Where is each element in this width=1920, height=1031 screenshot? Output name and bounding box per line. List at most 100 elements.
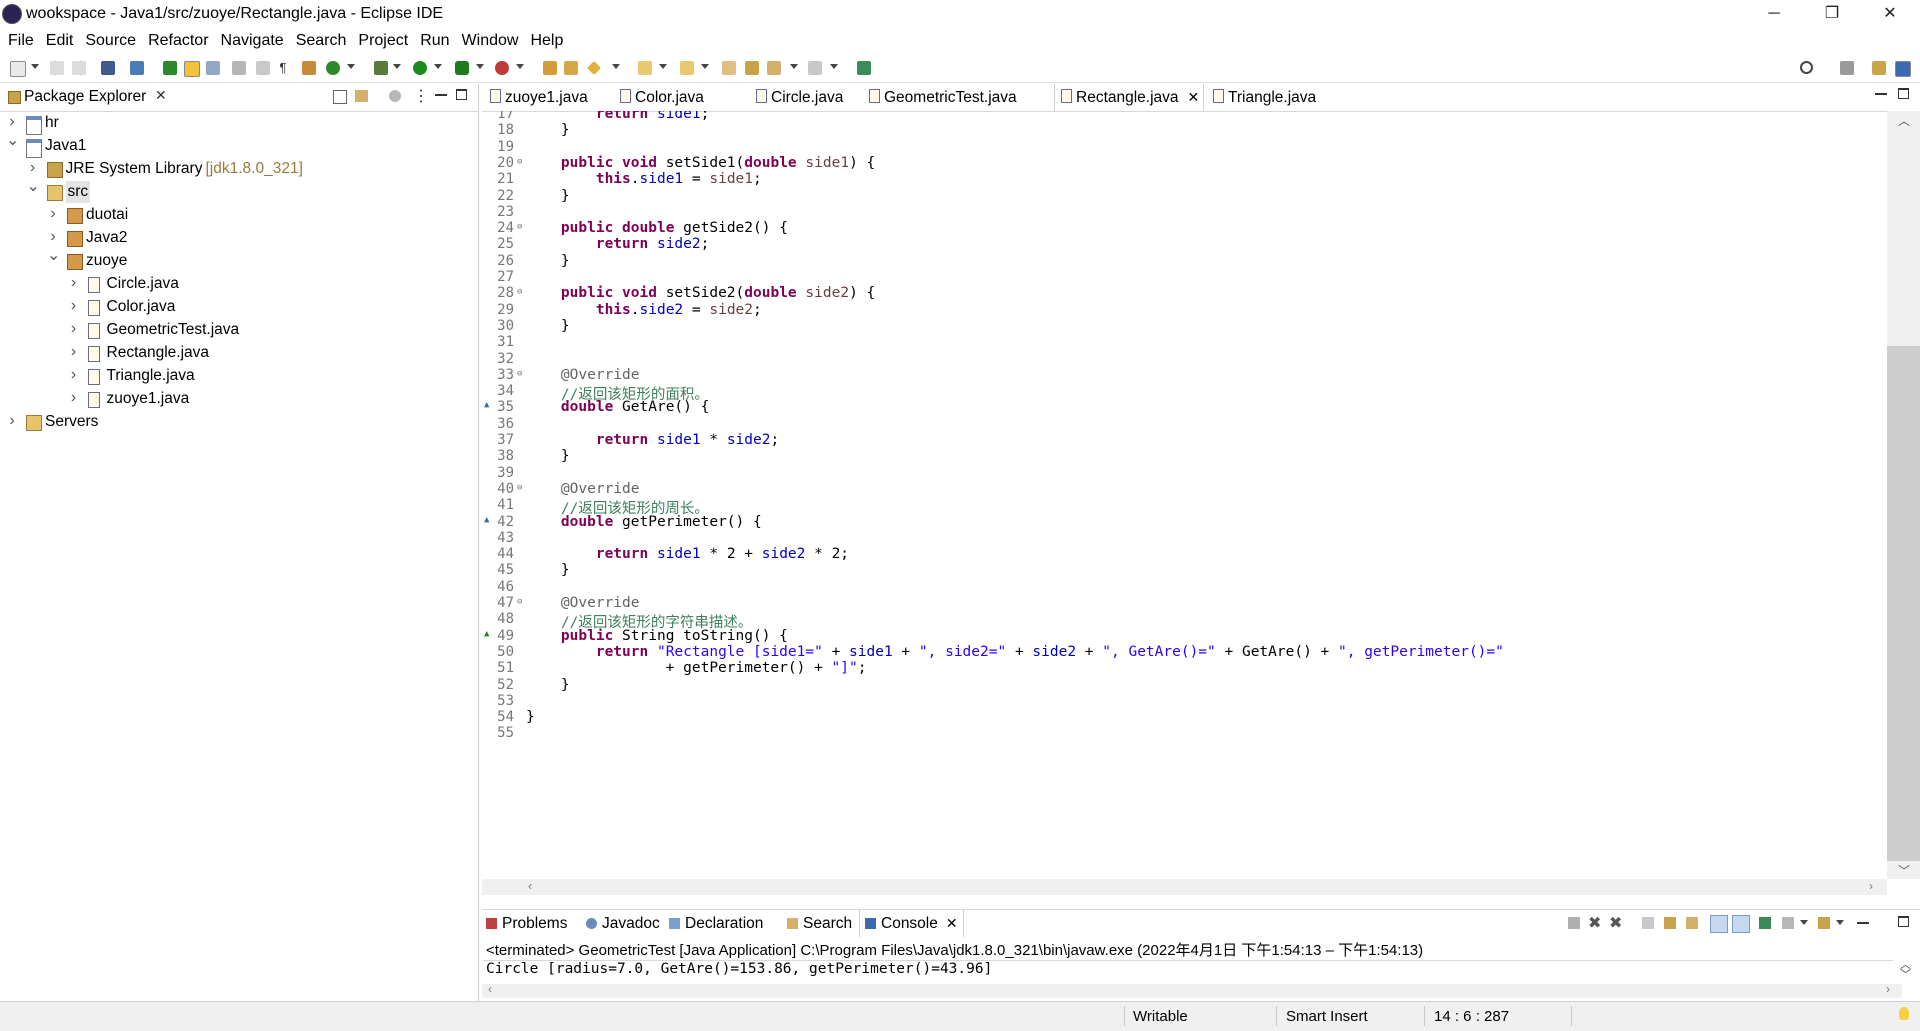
minimize-editor-icon[interactable] (1875, 93, 1887, 95)
fold-toggle-icon[interactable]: ⊖ (517, 483, 522, 493)
chevron-down-icon[interactable]: ⌄ (47, 245, 60, 267)
show-on-error-icon[interactable] (1732, 915, 1750, 933)
clear-console-icon[interactable] (1642, 917, 1654, 929)
fold-toggle-icon[interactable]: ⊖ (517, 287, 522, 297)
chevron-right-icon[interactable]: › (6, 410, 18, 432)
code-area[interactable]: 17 return side1; 18 } 19 20 ⊖ public void se… (482, 111, 1887, 879)
tab-javadoc[interactable]: Javadoc (586, 910, 660, 937)
scroll-up-icon[interactable]: ︿ (1898, 112, 1910, 129)
pin-console-icon[interactable] (1759, 917, 1771, 929)
previous-annotation-dropdown-icon[interactable] (701, 64, 709, 69)
code-line[interactable]: double getPerimeter() { (526, 514, 762, 530)
link-with-editor-icon[interactable] (355, 90, 368, 102)
tree-item[interactable]: › zuoye1.java (0, 388, 470, 410)
fold-toggle-icon[interactable]: ⊖ (517, 369, 522, 379)
word-wrap-console-icon[interactable] (1686, 917, 1698, 929)
toggle-block-selection-icon[interactable] (206, 61, 220, 75)
menu-search[interactable]: Search (296, 28, 347, 53)
chevron-right-icon[interactable]: › (68, 341, 80, 363)
chevron-right-icon[interactable]: › (68, 318, 80, 340)
run-icon[interactable] (413, 61, 427, 75)
console-scroll-arrows-icon[interactable]: ︿ ﹀ (1900, 960, 1911, 981)
open-console-dropdown-icon[interactable] (1836, 920, 1844, 925)
search-icon[interactable] (1800, 61, 1813, 74)
horizontal-scrollbar[interactable]: ‹ › (482, 879, 1887, 895)
code-line[interactable]: + getPerimeter() + "]"; (526, 660, 867, 676)
menu-run[interactable]: Run (420, 28, 449, 53)
next-annotation-icon[interactable] (638, 61, 652, 75)
display-console-icon[interactable] (1782, 917, 1794, 929)
last-edit-location-icon[interactable] (722, 61, 736, 75)
remove-all-launches-icon[interactable]: ✖ (1609, 913, 1622, 933)
maximize-editor-icon[interactable] (1898, 88, 1909, 99)
code-line[interactable]: public double getSide2() { (526, 220, 788, 236)
chevron-right-icon[interactable]: › (68, 295, 80, 317)
external-tools-icon[interactable] (495, 61, 509, 75)
override-marker-icon[interactable]: ▲ (484, 515, 489, 525)
skip-breakpoints-icon[interactable] (130, 61, 144, 75)
terminate-icon[interactable] (1568, 917, 1580, 929)
show-on-output-icon[interactable] (1710, 915, 1728, 933)
code-line[interactable]: public String toString() { (526, 628, 788, 644)
vertical-scroll-thumb[interactable] (1887, 346, 1920, 861)
tree-item[interactable]: ⌄ src (0, 178, 470, 203)
tab-triangle-java[interactable]: Triangle.java (1213, 84, 1316, 111)
tree-item[interactable]: › hr (0, 112, 470, 135)
close-window-button[interactable]: ✕ (1861, 0, 1919, 28)
override-marker-icon[interactable]: ▲ (484, 629, 489, 639)
code-line[interactable]: return side1 * side2; (526, 432, 779, 448)
code-line[interactable]: } (526, 318, 570, 334)
maximize-view-icon[interactable] (456, 89, 467, 100)
save-all-icon[interactable] (72, 61, 86, 75)
tree-item[interactable]: ⌄ Java1 (0, 132, 470, 158)
menu-source[interactable]: Source (85, 28, 136, 53)
fold-toggle-icon[interactable]: ⊖ (517, 157, 522, 167)
chevron-right-icon[interactable]: › (68, 272, 80, 294)
chevron-down-icon[interactable]: ⌄ (6, 130, 19, 152)
search-toolbar-icon[interactable] (586, 60, 602, 76)
code-line[interactable]: } (526, 562, 570, 578)
code-line[interactable]: } (526, 188, 570, 204)
code-line[interactable]: } (526, 122, 570, 138)
chevron-down-icon[interactable]: ⌄ (27, 176, 40, 198)
open-task-icon[interactable] (564, 61, 578, 75)
new-icon[interactable] (10, 61, 26, 77)
code-line[interactable]: } (526, 677, 570, 693)
tree-item[interactable]: › duotai (0, 204, 470, 226)
new-dropdown-icon[interactable] (31, 64, 39, 69)
open-perspective-icon[interactable] (1840, 61, 1854, 75)
maximize-console-icon[interactable] (1898, 916, 1909, 927)
run-dropdown-icon[interactable] (434, 64, 442, 69)
code-line[interactable]: return "Rectangle [side1=" + side1 + ", … (526, 644, 1504, 660)
external-tools-dropdown-icon[interactable] (516, 64, 524, 69)
tree-item[interactable]: › Triangle.java (0, 365, 470, 387)
tab-search[interactable]: Search (787, 910, 852, 937)
code-line[interactable]: this.side1 = side1; (526, 171, 762, 187)
tree-item[interactable]: › Circle.java (0, 273, 470, 295)
show-whitespace-icon[interactable] (232, 61, 246, 75)
console-scroll-left-icon[interactable]: ‹ (488, 982, 492, 996)
code-line[interactable]: } (526, 253, 570, 269)
back-dropdown-icon[interactable] (790, 64, 798, 69)
code-line[interactable]: @Override (526, 481, 640, 497)
java-ee-perspective-icon[interactable] (1872, 61, 1886, 75)
filter-icon[interactable] (389, 90, 401, 102)
save-icon[interactable] (50, 61, 64, 75)
forward-dropdown-icon[interactable] (830, 64, 838, 69)
pilcrow-icon[interactable]: ¶ (276, 61, 290, 75)
forward-icon[interactable] (808, 61, 822, 75)
code-line[interactable]: return side1; (526, 111, 710, 122)
tab-problems[interactable]: Problems (486, 910, 567, 937)
java-perspective-icon[interactable] (1895, 61, 1911, 77)
chevron-right-icon[interactable]: › (68, 387, 80, 409)
fold-toggle-icon[interactable]: ⊖ (517, 222, 522, 232)
debug-icon[interactable] (374, 61, 388, 75)
code-line[interactable]: return side1 * 2 + side2 * 2; (526, 546, 849, 562)
view-menu-icon[interactable]: ⋮ (413, 86, 429, 106)
console-horizontal-scrollbar[interactable]: ‹ › (482, 982, 1902, 998)
code-line[interactable]: @Override (526, 367, 640, 383)
restore-button[interactable]: ❐ (1803, 0, 1861, 28)
console-scroll-right-icon[interactable]: › (1886, 982, 1890, 996)
tree-item[interactable]: › Java2 (0, 227, 470, 249)
tab-zuoye1-java[interactable]: zuoye1.java (490, 84, 588, 111)
